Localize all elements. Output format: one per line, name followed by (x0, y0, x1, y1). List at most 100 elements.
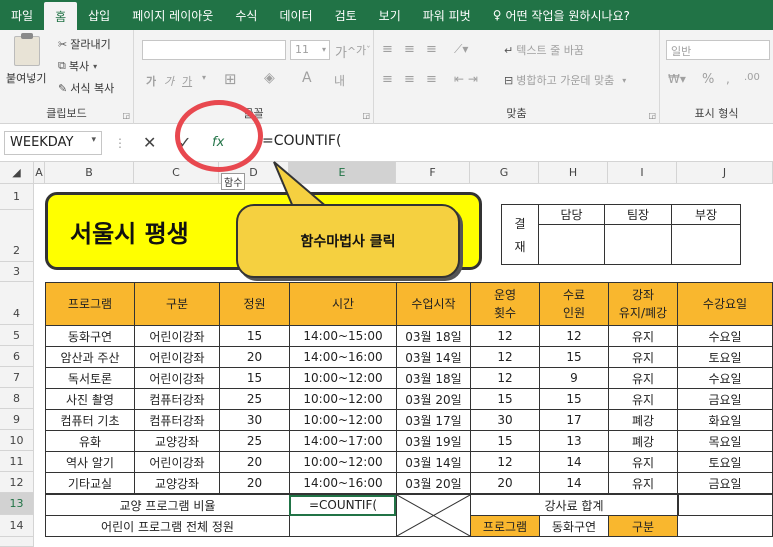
table-cell[interactable]: 14:00~16:00 (289, 472, 397, 494)
table-cell[interactable]: 03월 18일 (396, 367, 471, 389)
instructor-fee-total-label[interactable]: 강사료 합계 (470, 494, 678, 516)
underline-button[interactable]: 가 (182, 73, 192, 89)
crossed-out-cell[interactable] (396, 494, 471, 537)
phonetic-icon[interactable]: 내 (334, 72, 345, 89)
table-header-cell[interactable]: 수료 인원 (539, 282, 609, 326)
table-cell[interactable]: 유지 (608, 346, 678, 368)
table-cell[interactable]: 10:00~12:00 (289, 451, 397, 473)
table-cell[interactable]: 폐강 (608, 409, 678, 431)
table-cell[interactable]: 14:00~15:00 (289, 325, 397, 347)
select-all-corner[interactable]: ◢ (0, 162, 34, 184)
chevron-down-icon[interactable]: ▾ (202, 73, 206, 82)
table-cell[interactable]: 유지 (608, 472, 678, 494)
font-size-select[interactable]: 11 ▾ (290, 40, 330, 60)
table-cell[interactable]: 14 (539, 472, 609, 494)
table-cell[interactable]: 15 (539, 388, 609, 410)
align-top-icon[interactable]: ≡ (382, 42, 393, 57)
paste-button[interactable]: 붙여넣기 (6, 70, 46, 86)
font-color-icon[interactable]: A (302, 70, 312, 86)
shrink-font-button[interactable]: 가ˇ (356, 42, 371, 58)
column-header-h[interactable]: H (539, 162, 608, 184)
column-header-j[interactable]: J (677, 162, 773, 184)
tab-file[interactable]: 파일 (0, 0, 44, 30)
approval-header-director[interactable]: 부장 (671, 204, 741, 225)
indent-icon[interactable]: ⇤ ⇥ (454, 72, 478, 86)
table-cell[interactable]: 03월 17일 (396, 409, 471, 431)
table-cell[interactable]: 03월 20일 (396, 388, 471, 410)
row-header-8[interactable]: 8 (0, 388, 34, 409)
formula-input[interactable]: =COUNTIF( (262, 133, 341, 149)
table-header-cell[interactable]: 시간 (289, 282, 397, 326)
fill-color-icon[interactable]: ◈ (264, 70, 275, 86)
align-center-icon[interactable]: ≡ (404, 72, 415, 87)
comma-icon[interactable]: , (726, 72, 730, 86)
column-header-i[interactable]: I (608, 162, 677, 184)
table-cell[interactable]: 금요일 (677, 472, 773, 494)
table-cell[interactable]: 20 (470, 472, 540, 494)
table-header-cell[interactable]: 수강요일 (677, 282, 773, 326)
align-left-icon[interactable]: ≡ (382, 72, 393, 87)
table-cell[interactable]: 동화구연 (45, 325, 135, 347)
table-cell[interactable]: 10:00~12:00 (289, 388, 397, 410)
copy-button[interactable]: ⧉ 복사 ▾ (58, 58, 100, 74)
tell-me-search[interactable]: ♀ 어떤 작업을 원하시나요? (482, 0, 641, 30)
table-cell[interactable]: 20 (219, 472, 290, 494)
bold-button[interactable]: 가 (146, 73, 156, 89)
tab-power-pivot[interactable]: 파워 피벗 (412, 0, 482, 30)
table-cell[interactable]: 암산과 주산 (45, 346, 135, 368)
cancel-button[interactable]: ✕ (143, 133, 156, 152)
column-header-g[interactable]: G (470, 162, 539, 184)
table-cell[interactable]: 03월 14일 (396, 346, 471, 368)
table-cell[interactable]: 유화 (45, 430, 135, 452)
table-cell[interactable]: 25 (219, 388, 290, 410)
currency-icon[interactable]: ₩▾ (668, 72, 686, 86)
dialog-launcher-icon[interactable]: ◲ (648, 111, 656, 120)
table-cell[interactable]: 20 (219, 346, 290, 368)
tab-home[interactable]: 홈 (44, 2, 78, 30)
lookup-category-value[interactable] (677, 515, 773, 537)
table-cell[interactable]: 12 (470, 367, 540, 389)
table-cell[interactable]: 03월 14일 (396, 451, 471, 473)
tab-insert[interactable]: 삽입 (77, 0, 121, 30)
dialog-launcher-icon[interactable]: ◲ (362, 111, 370, 120)
table-cell[interactable]: 13 (539, 430, 609, 452)
table-cell[interactable]: 어린이강좌 (134, 367, 220, 389)
table-cell[interactable]: 12 (470, 325, 540, 347)
name-box[interactable]: WEEKDAY ▾ (4, 131, 102, 155)
table-cell[interactable]: 03월 18일 (396, 325, 471, 347)
table-header-cell[interactable]: 수업시작 (396, 282, 471, 326)
table-cell[interactable]: 03월 20일 (396, 472, 471, 494)
orientation-icon[interactable]: ⟋▾ (454, 42, 468, 57)
table-cell[interactable]: 14:00~17:00 (289, 430, 397, 452)
table-cell[interactable]: 10:00~12:00 (289, 409, 397, 431)
row-header-1[interactable]: 1 (0, 184, 34, 210)
tab-review[interactable]: 검토 (324, 0, 368, 30)
table-cell[interactable]: 사진 촬영 (45, 388, 135, 410)
row-header-13[interactable]: 13 (0, 493, 34, 515)
row-header-4[interactable]: 4 (0, 282, 34, 325)
row-header-11[interactable]: 11 (0, 451, 34, 472)
tab-formulas[interactable]: 수식 (224, 0, 268, 30)
table-cell[interactable]: 교양강좌 (134, 472, 220, 494)
row-header-6[interactable]: 6 (0, 346, 34, 367)
table-cell[interactable]: 화요일 (677, 409, 773, 431)
number-format-select[interactable]: 일반 (666, 40, 770, 60)
table-header-cell[interactable]: 정원 (219, 282, 290, 326)
table-cell[interactable]: 유지 (608, 388, 678, 410)
merge-center-button[interactable]: ⊟ 병합하고 가운데 맞춤 ▾ (504, 72, 626, 88)
row-header-9[interactable]: 9 (0, 409, 34, 430)
table-cell[interactable]: 토요일 (677, 451, 773, 473)
summary-value-row14[interactable] (289, 515, 397, 537)
table-cell[interactable]: 03월 19일 (396, 430, 471, 452)
column-header-b[interactable]: B (45, 162, 134, 184)
table-cell[interactable]: 15 (470, 430, 540, 452)
table-cell[interactable]: 금요일 (677, 388, 773, 410)
table-cell[interactable]: 수요일 (677, 367, 773, 389)
italic-button[interactable]: 가 (164, 73, 174, 89)
column-header-a[interactable]: A (34, 162, 45, 184)
borders-icon[interactable]: ⊞ (224, 70, 237, 88)
table-cell[interactable]: 12 (470, 346, 540, 368)
grow-font-button[interactable]: 가 ^ (335, 42, 356, 61)
table-cell[interactable]: 9 (539, 367, 609, 389)
table-cell[interactable]: 교양강좌 (134, 430, 220, 452)
